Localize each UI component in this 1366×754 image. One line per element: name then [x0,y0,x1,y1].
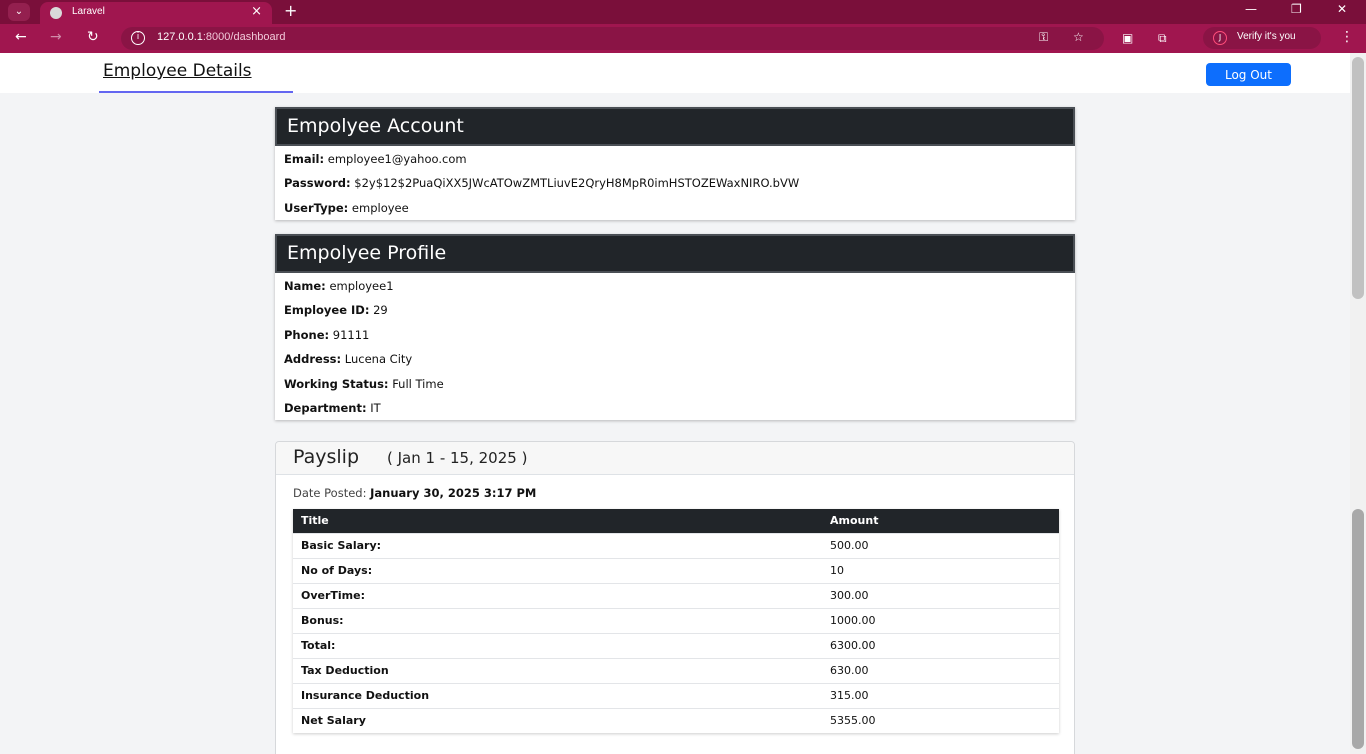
date-posted: Date Posted: January 30, 2025 3:17 PM [293,486,537,500]
table-row: No of Days: 10 [293,557,1059,583]
table-row: Net Salary 5355.00 [293,707,1059,733]
payslip-table: Title Amount Basic Salary: 500.00 No of D… [293,509,1059,733]
payslip-card: Payslip ( Jan 1 - 15, 2025 ) Date Posted… [275,441,1075,754]
row-amount: 500.00 [822,532,1059,558]
row-amount: 630.00 [822,657,1059,683]
browser-tab-bar: ⌄ Laravel × + — ❐ ✕ [0,0,1366,24]
menu-kebab-icon[interactable]: ⋮ [1340,29,1354,45]
row-title: OverTime: [293,582,822,608]
profile-verify-button[interactable]: J Verify it's you [1203,27,1321,49]
site-info-icon[interactable]: i [131,31,145,45]
avatar: J [1213,31,1227,45]
row-title: No of Days: [293,557,822,583]
account-heading: Empolyee Account [275,107,1075,146]
extensions-icon[interactable]: ⧉ [1158,31,1167,46]
profile-card: Empolyee Profile Name: employee1 Employe… [275,234,1075,420]
row-title: Bonus: [293,607,822,633]
row-amount: 5355.00 [822,707,1059,733]
payslip-title: Payslip [293,446,360,468]
back-icon[interactable]: ← [15,29,27,45]
app-header: Employee Details Log Out [0,53,1350,93]
working-status-row: Working Status: Full Time [284,377,444,391]
table-row: Basic Salary: 500.00 [293,532,1059,558]
row-amount: 1000.00 [822,607,1059,633]
row-amount: 10 [822,557,1059,583]
scrollbar-track-upper[interactable] [1352,57,1364,299]
page-content: Employee Details Log Out Empolyee Accoun… [0,53,1350,754]
minimize-icon[interactable]: — [1245,2,1257,16]
row-title: Insurance Deduction [293,682,822,708]
name-row: Name: employee1 [284,279,394,293]
close-tab-icon[interactable]: × [251,4,262,19]
url-text: 127.0.0.1:8000/dashboard [157,31,286,43]
payslip-period: ( Jan 1 - 15, 2025 ) [387,449,528,467]
account-card: Empolyee Account Email: employee1@yahoo.… [275,107,1075,220]
row-amount: 6300.00 [822,632,1059,658]
row-title: Total: [293,632,822,658]
usertype-row: UserType: employee [284,201,409,215]
close-window-icon[interactable]: ✕ [1337,2,1347,16]
table-header-row: Title Amount [293,509,1059,533]
employee-id-row: Employee ID: 29 [284,303,388,317]
reload-icon[interactable]: ↻ [87,29,99,45]
row-title: Net Salary [293,707,822,733]
payslip-header: Payslip ( Jan 1 - 15, 2025 ) [276,442,1074,475]
browser-tab[interactable]: Laravel × [40,2,272,24]
email-row: Email: employee1@yahoo.com [284,152,467,166]
page-scrollbar[interactable] [1350,53,1366,754]
table-row: Total: 6300.00 [293,632,1059,658]
tab-title: Laravel [72,6,105,17]
table-row: Bonus: 1000.00 [293,607,1059,633]
profile-heading: Empolyee Profile [275,234,1075,273]
globe-icon [50,7,62,19]
password-row: Password: $2y$12$2PuaQiXX5JWcATOwZMTLiuv… [284,176,800,190]
address-row: Address: Lucena City [284,352,413,366]
phone-row: Phone: 91111 [284,328,370,342]
table-row: Insurance Deduction 315.00 [293,682,1059,708]
row-title: Basic Salary: [293,532,822,558]
address-bar[interactable]: i 127.0.0.1:8000/dashboard ⚿ ☆ [121,27,1104,50]
logout-button[interactable]: Log Out [1206,63,1291,86]
row-amount: 300.00 [822,582,1059,608]
column-amount: Amount [822,509,1059,533]
scrollbar-thumb[interactable] [1352,509,1364,749]
row-amount: 315.00 [822,682,1059,708]
row-title: Tax Deduction [293,657,822,683]
brand-link[interactable]: Employee Details [103,61,252,81]
restore-icon[interactable]: ❐ [1291,2,1302,16]
nav-underline [99,91,293,93]
tab-search-button[interactable]: ⌄ [8,3,30,21]
new-tab-button[interactable]: + [284,1,297,20]
verify-label: Verify it's you [1237,31,1296,42]
table-row: Tax Deduction 630.00 [293,657,1059,683]
browser-toolbar: ← → ↻ i 127.0.0.1:8000/dashboard ⚿ ☆ ▣ ⧉… [0,24,1366,53]
column-title: Title [293,509,822,533]
table-row: OverTime: 300.00 [293,582,1059,608]
forward-icon[interactable]: → [50,29,62,45]
bookmark-star-icon[interactable]: ☆ [1073,30,1084,44]
department-row: Department: IT [284,401,381,415]
password-key-icon[interactable]: ⚿ [1039,30,1048,45]
media-icon[interactable]: ▣ [1122,31,1133,45]
